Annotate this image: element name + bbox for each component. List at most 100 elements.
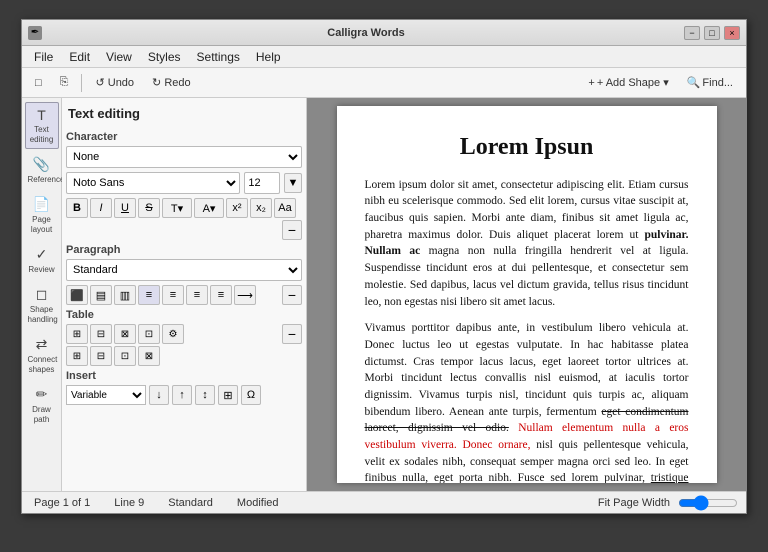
para-ltr-button[interactable]: ⟶ — [234, 285, 256, 305]
open-button[interactable]: ⎘ — [53, 73, 76, 92]
status-modified: Modified — [233, 497, 283, 509]
table-split-button[interactable]: ⊡ — [138, 324, 160, 344]
align-left-button[interactable]: ≡ — [138, 285, 160, 305]
shape-handling-icon: ◻ — [28, 286, 56, 303]
font-none-select[interactable]: None — [66, 146, 302, 168]
close-button[interactable]: × — [724, 26, 740, 40]
main-content: T Text editing 📎 References 📄 Page layou… — [22, 98, 746, 491]
superscript-button[interactable]: x² — [226, 198, 248, 218]
insert-section-label: Insert — [66, 370, 302, 382]
insert-special-button[interactable]: Ω — [241, 385, 261, 405]
window-title: Calligra Words — [48, 27, 684, 39]
table-collapse-button[interactable]: − — [282, 324, 302, 344]
para-collapse-button[interactable]: − — [282, 285, 302, 305]
menu-edit[interactable]: Edit — [61, 48, 98, 66]
doc-area: Lorem Ipsun Lorem ipsum dolor sit amet, … — [307, 98, 746, 491]
app-window: ✒ Calligra Words − □ × File Edit View St… — [21, 19, 747, 514]
underline-text: tristique tortor in, — [365, 472, 689, 483]
add-shape-icon: + — [588, 77, 594, 89]
menu-help[interactable]: Help — [248, 48, 289, 66]
para-btn-2[interactable]: ▤ — [90, 285, 112, 305]
props-panel: Text editing Character None Noto Sans ▼ … — [62, 98, 307, 491]
undo-button[interactable]: ↺ ↺ UndoUndo — [88, 73, 141, 92]
table-buttons-row2: ⊞ ⊟ ⊡ ⊠ — [66, 346, 302, 366]
menu-styles[interactable]: Styles — [140, 48, 189, 66]
insert-row: Variable ↓ ↑ ↕ ⊞ Ω — [66, 385, 302, 405]
sidebar-item-review[interactable]: ✓ Review — [25, 241, 59, 279]
table-delete-button[interactable]: ⊟ — [90, 324, 112, 344]
para-btn-1[interactable]: ⬛ — [66, 285, 88, 305]
table-merge-button[interactable]: ⊠ — [114, 324, 136, 344]
doc-para-2: Vivamus porttitor dapibus ante, in vesti… — [365, 320, 689, 483]
table-col-insert-button[interactable]: ⊡ — [114, 346, 136, 366]
highlight-button[interactable]: A▾ — [194, 198, 224, 218]
window-controls: − □ × — [684, 26, 740, 40]
table-buttons-row1: ⊞ ⊟ ⊠ ⊡ ⚙ − — [66, 324, 302, 344]
status-page: Page 1 of 1 — [30, 497, 94, 509]
doc-title: Lorem Ipsun — [365, 130, 689, 165]
sidebar-item-shape-handling[interactable]: ◻ Shape handling — [25, 281, 59, 329]
sidebar-item-text-editing[interactable]: T Text editing — [25, 102, 59, 149]
menu-settings[interactable]: Settings — [189, 48, 248, 66]
align-center-button[interactable]: ≡ — [162, 285, 184, 305]
text-color-button[interactable]: T▾ — [162, 198, 192, 218]
font-size-input[interactable] — [244, 172, 280, 194]
new-button[interactable]: □ — [28, 74, 49, 92]
para-buttons-row: ⬛ ▤ ▥ ≡ ≡ ≡ ≡ ⟶ − — [66, 285, 302, 305]
references-icon: 📎 — [28, 156, 56, 173]
app-icon: ✒ — [28, 26, 42, 40]
sidebar-item-references[interactable]: 📎 References — [25, 151, 59, 189]
zoom-controls: Fit Page Width — [594, 497, 738, 509]
minimize-button[interactable]: − — [684, 26, 700, 40]
align-right-button[interactable]: ≡ — [186, 285, 208, 305]
insert-add-button[interactable]: ⊞ — [218, 385, 238, 405]
toolbar-right: + + Add Shape ▾ 🔍 Find... — [581, 73, 740, 92]
toolbar-separator-1 — [81, 74, 82, 92]
menu-file[interactable]: File — [26, 48, 61, 66]
para-btn-3[interactable]: ▥ — [114, 285, 136, 305]
font-size-decrement-button[interactable]: ▼ — [284, 173, 302, 193]
paragraph-style-select[interactable]: Standard — [66, 259, 302, 281]
doc-para-1: Lorem ipsum dolor sit amet, consectetur … — [365, 177, 689, 310]
sidebar-item-page-layout[interactable]: 📄 Page layout — [25, 191, 59, 239]
find-button[interactable]: 🔍 Find... — [680, 73, 740, 92]
insert-swap-button[interactable]: ↕ — [195, 385, 215, 405]
subscript-button[interactable]: x₂ — [250, 198, 272, 218]
menu-view[interactable]: View — [98, 48, 140, 66]
insert-up-button[interactable]: ↑ — [172, 385, 192, 405]
table-col-delete-button[interactable]: ⊠ — [138, 346, 160, 366]
align-justify-button[interactable]: ≡ — [210, 285, 232, 305]
left-panel: T Text editing 📎 References 📄 Page layou… — [22, 98, 62, 491]
zoom-slider[interactable] — [678, 497, 738, 509]
redo-button[interactable]: ↻ Redo — [145, 73, 198, 92]
title-bar: ✒ Calligra Words − □ × — [22, 20, 746, 46]
insert-down-button[interactable]: ↓ — [149, 385, 169, 405]
doc-page[interactable]: Lorem Ipsun Lorem ipsum dolor sit amet, … — [337, 106, 717, 483]
collapse-button[interactable]: − — [282, 220, 302, 240]
font-name-row: Noto Sans ▼ — [66, 172, 302, 194]
strikethrough-button[interactable]: S — [138, 198, 160, 218]
table-row-delete-button[interactable]: ⊟ — [90, 346, 112, 366]
add-shape-button[interactable]: + + Add Shape ▾ — [581, 73, 675, 92]
table-section-label: Table — [66, 309, 302, 321]
status-line: Line 9 — [110, 497, 148, 509]
sidebar-item-connect-shapes[interactable]: ⇄ Connect shapes — [25, 331, 59, 379]
table-insert-button[interactable]: ⊞ — [66, 324, 88, 344]
maximize-button[interactable]: □ — [704, 26, 720, 40]
table-row-insert-button[interactable]: ⊞ — [66, 346, 88, 366]
paragraph-style-row: Standard — [66, 259, 302, 281]
font-name-select[interactable]: Noto Sans — [66, 172, 240, 194]
bold-button[interactable]: B — [66, 198, 88, 218]
fit-page-width-label: Fit Page Width — [594, 497, 674, 509]
paragraph-section-label: Paragraph — [66, 244, 302, 256]
clear-format-button[interactable]: Aa — [274, 198, 296, 218]
table-settings-button[interactable]: ⚙ — [162, 324, 184, 344]
sidebar-item-draw-path[interactable]: ✏ Draw path — [25, 381, 59, 429]
toolbar: □ ⎘ ↺ ↺ UndoUndo ↻ Redo + + Add Shape ▾ … — [22, 68, 746, 98]
character-section-label: Character — [66, 131, 302, 143]
format-buttons-row: B I U S T▾ A▾ x² x₂ Aa − — [66, 198, 302, 240]
insert-variable-select[interactable]: Variable — [66, 385, 146, 405]
underline-button[interactable]: U — [114, 198, 136, 218]
bold-pulvinar: pulvinar. — [644, 229, 688, 241]
italic-button[interactable]: I — [90, 198, 112, 218]
